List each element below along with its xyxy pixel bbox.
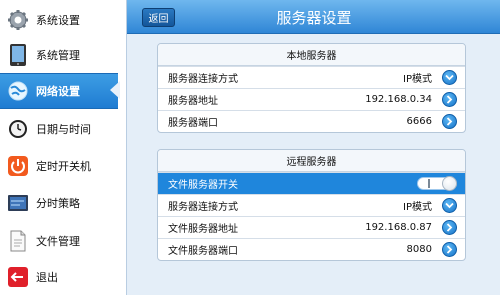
row-value: IP模式 (403, 74, 432, 85)
row-label: 服务器地址 (168, 96, 218, 107)
file-server-switch-row[interactable]: 文件服务器开关 (158, 172, 465, 194)
local-server-group: 本地服务器 服务器连接方式 IP模式 服务器地址 192.168.0.34 服务… (157, 43, 466, 133)
exit-icon (6, 265, 30, 289)
sidebar-item-exit[interactable]: 退出 (0, 259, 118, 295)
sidebar-item-label: 分时策略 (36, 197, 80, 210)
remote-connection-mode-row[interactable]: 服务器连接方式 IP模式 (158, 194, 465, 216)
network-icon (6, 79, 30, 103)
row-label: 文件服务器端口 (168, 246, 238, 257)
row-value: 8080 (406, 244, 432, 255)
row-value: 192.168.0.87 (365, 222, 432, 233)
row-label: 服务器连接方式 (168, 74, 238, 85)
toggle-knob (442, 176, 457, 191)
header-bar: 服务器设置 返回 (127, 0, 500, 34)
local-server-port-row[interactable]: 服务器端口 6666 (158, 110, 465, 132)
sidebar-item-label: 退出 (36, 271, 58, 284)
sidebar-item-system-settings[interactable]: 系统设置 (0, 2, 118, 38)
row-value: IP模式 (403, 202, 432, 213)
sidebar-menu: 系统设置 系统管理 网络设置 日期与时间 定时开关机 分时策略 文件管理 退出 (0, 0, 118, 295)
remote-server-group: 远程服务器 文件服务器开关 服务器连接方式 IP模式 文件服务器地址 192.1… (157, 149, 466, 261)
group-title: 远程服务器 (158, 150, 465, 172)
toggle-on-mark (428, 179, 430, 188)
local-connection-mode-row[interactable]: 服务器连接方式 IP模式 (158, 66, 465, 88)
file-server-toggle[interactable] (417, 176, 457, 191)
chevron-right-icon[interactable] (442, 92, 457, 107)
server-settings-panel: 服务器设置 返回 本地服务器 服务器连接方式 IP模式 服务器地址 192.16… (126, 0, 500, 295)
chevron-right-icon[interactable] (442, 220, 457, 235)
row-label: 服务器端口 (168, 118, 218, 129)
row-value: 192.168.0.34 (365, 94, 432, 105)
sidebar-item-date-time[interactable]: 日期与时间 (0, 111, 118, 147)
chevron-down-icon[interactable] (442, 198, 457, 213)
sidebar-item-label: 系统管理 (36, 49, 80, 62)
sidebar-item-label: 网络设置 (36, 85, 80, 98)
back-button[interactable]: 返回 (142, 8, 175, 27)
schedule-icon (6, 191, 30, 215)
document-icon (6, 229, 30, 253)
sidebar-item-system-management[interactable]: 系统管理 (0, 37, 118, 73)
sidebar-item-label: 日期与时间 (36, 123, 91, 136)
sidebar-item-label: 系统设置 (36, 14, 80, 27)
row-label: 文件服务器开关 (168, 180, 238, 191)
tablet-icon (6, 43, 30, 67)
local-server-address-row[interactable]: 服务器地址 192.168.0.34 (158, 88, 465, 110)
row-label: 文件服务器地址 (168, 224, 238, 235)
sidebar-item-time-strategy[interactable]: 分时策略 (0, 185, 118, 221)
page-title: 服务器设置 (276, 8, 352, 27)
sidebar-item-file-management[interactable]: 文件管理 (0, 223, 118, 259)
sidebar-item-network-settings[interactable]: 网络设置 (0, 73, 118, 109)
file-server-port-row[interactable]: 文件服务器端口 8080 (158, 238, 465, 260)
active-item-pointer (110, 81, 120, 99)
power-icon (6, 154, 30, 178)
row-label: 服务器连接方式 (168, 202, 238, 213)
gear-icon (6, 8, 30, 32)
chevron-down-icon[interactable] (442, 70, 457, 85)
sidebar-item-scheduled-power[interactable]: 定时开关机 (0, 148, 118, 184)
row-value: 6666 (406, 116, 432, 127)
group-title: 本地服务器 (158, 44, 465, 66)
clock-icon (6, 117, 30, 141)
sidebar-item-label: 定时开关机 (36, 160, 91, 173)
chevron-right-icon[interactable] (442, 114, 457, 129)
chevron-right-icon[interactable] (442, 242, 457, 257)
file-server-address-row[interactable]: 文件服务器地址 192.168.0.87 (158, 216, 465, 238)
sidebar-item-label: 文件管理 (36, 235, 80, 248)
